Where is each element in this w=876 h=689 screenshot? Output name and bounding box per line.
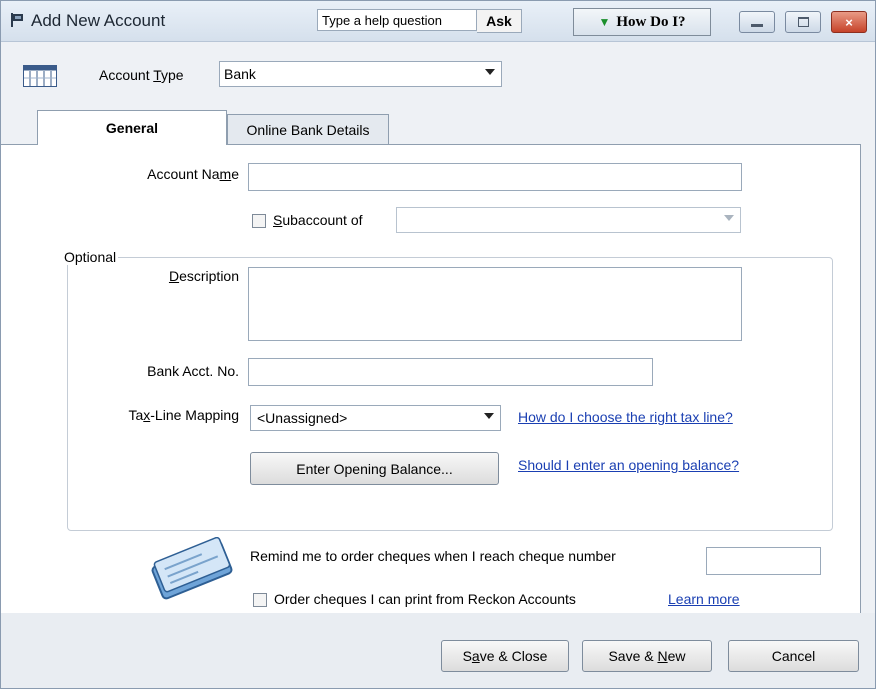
subaccount-label: Subaccount of <box>273 212 363 228</box>
description-label: Description <box>168 268 239 284</box>
flag-icon <box>11 13 23 27</box>
how-do-i-label: How Do I? <box>616 13 686 30</box>
save-close-button[interactable]: Save & Close <box>441 640 569 672</box>
enter-opening-balance-button[interactable]: Enter Opening Balance... <box>250 452 499 485</box>
ask-button[interactable]: Ask <box>477 9 522 33</box>
dropdown-arrow-icon <box>724 215 734 221</box>
cheque-icon <box>151 537 233 600</box>
maximize-icon <box>797 17 809 27</box>
close-icon: × <box>845 14 853 30</box>
minimize-button[interactable] <box>739 11 775 33</box>
tax-line-mapping-value: <Unassigned> <box>257 410 348 426</box>
account-type-select[interactable]: Bank <box>219 61 502 87</box>
help-search: Ask <box>317 9 522 33</box>
title-bar: Add New Account Ask ▼ How Do I? × <box>1 1 875 42</box>
cancel-button[interactable]: Cancel <box>728 640 859 672</box>
subaccount-checkbox[interactable] <box>252 214 266 228</box>
save-close-label: Save & Close <box>462 648 548 664</box>
save-new-label: Save & New <box>608 648 686 664</box>
account-register-icon <box>23 65 57 87</box>
bank-acct-no-label: Bank Acct. No. <box>147 363 239 379</box>
help-question-input[interactable] <box>317 9 477 31</box>
tax-line-help-link[interactable]: How do I choose the right tax line? <box>518 409 733 425</box>
tab-online-bank-details[interactable]: Online Bank Details <box>227 114 389 144</box>
cheque-number-input[interactable] <box>706 547 821 575</box>
account-name-label: Account Name <box>147 166 239 182</box>
tab-online-bank-details-label: Online Bank Details <box>246 121 370 138</box>
remind-cheques-label: Remind me to order cheques when I reach … <box>250 548 616 564</box>
close-button[interactable]: × <box>831 11 867 33</box>
save-new-button[interactable]: Save & New <box>582 640 712 672</box>
bank-acct-no-input[interactable] <box>248 358 653 386</box>
add-new-account-window: Add New Account Ask ▼ How Do I? × <box>0 0 876 689</box>
subaccount-select[interactable] <box>396 207 741 233</box>
learn-more-link[interactable]: Learn more <box>668 591 740 607</box>
tax-line-mapping-label: Tax-Line Mapping <box>128 407 239 423</box>
dropdown-arrow-icon <box>484 413 494 419</box>
opening-balance-help-link[interactable]: Should I enter an opening balance? <box>518 457 739 473</box>
enter-opening-balance-label: Enter Opening Balance... <box>296 460 453 477</box>
account-type-row: Account Type Bank <box>1 41 875 111</box>
order-cheques-label: Order cheques I can print from Reckon Ac… <box>274 591 576 607</box>
window-title: Add New Account <box>31 11 166 30</box>
triangle-down-icon: ▼ <box>598 14 611 29</box>
order-cheques-checkbox[interactable] <box>253 593 267 607</box>
tab-general[interactable]: General <box>37 110 227 145</box>
tab-general-label: General <box>105 120 159 136</box>
account-type-value: Bank <box>224 66 256 82</box>
maximize-button[interactable] <box>785 11 821 33</box>
description-textarea[interactable] <box>248 267 742 341</box>
minimize-icon <box>751 23 763 27</box>
how-do-i-button[interactable]: ▼ How Do I? <box>573 8 711 36</box>
dropdown-arrow-icon <box>485 69 495 75</box>
optional-legend: Optional <box>62 249 119 265</box>
account-type-label: Account Type <box>99 67 184 83</box>
account-name-input[interactable] <box>248 163 742 191</box>
tax-line-mapping-select[interactable]: <Unassigned> <box>250 405 501 431</box>
